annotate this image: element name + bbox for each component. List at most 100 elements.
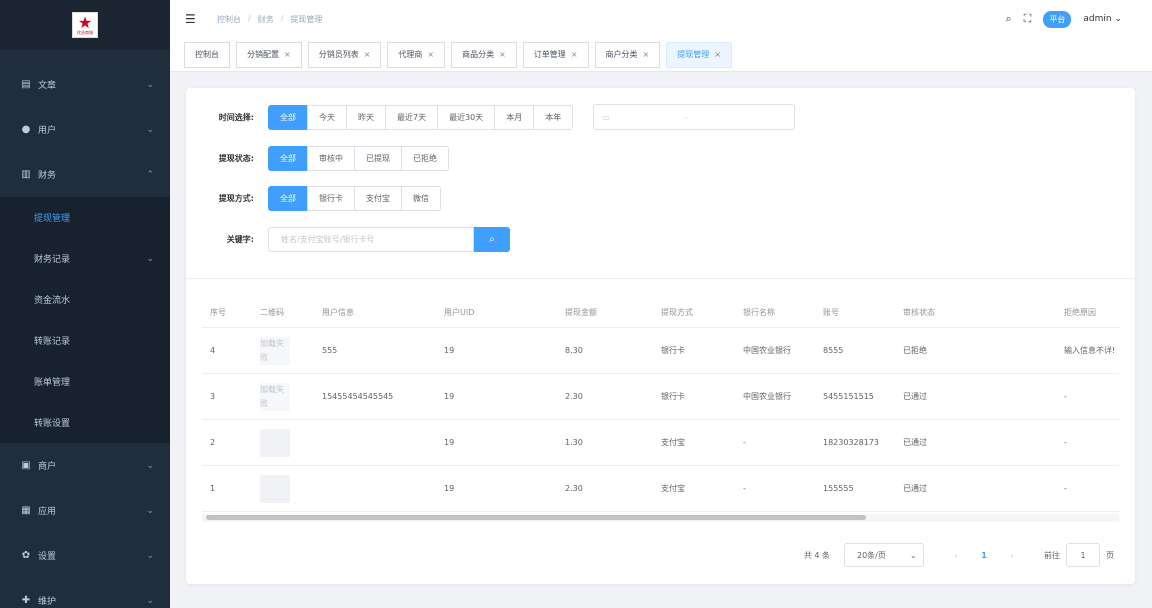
sidebar: ★ 优选商城 ▤ 文章 ⌄ ● 用户 ⌄ ▥ 财务 ⌃ 提现管理 财务记录 ⌄: [0, 0, 170, 608]
next-page-button[interactable]: ›: [998, 551, 1026, 560]
table-horizontal-scrollbar[interactable]: [202, 514, 1119, 522]
fullscreen-icon[interactable]: ⛶: [1024, 12, 1032, 26]
column-header: 用户信息: [322, 308, 354, 317]
breadcrumb-item[interactable]: 控制台: [217, 14, 241, 25]
header-actions: ⌕ ⛶ 平台 admin ⌄: [1006, 10, 1122, 28]
time-option-7days[interactable]: 最近7天: [385, 104, 439, 130]
tab-label: 订单管理: [533, 50, 566, 59]
status-option-rejected[interactable]: 已拒绝: [401, 146, 449, 171]
close-icon[interactable]: ×: [643, 50, 650, 59]
pagination: 共 4 条 20条/页 ⌄ ‹ 1 › 前往 1 页: [804, 543, 1114, 567]
table-header: 序号 二维码 用户信息 用户UID 提现金额 提现方式 银行名称 账号 审核状态…: [202, 298, 1119, 328]
sidebar-item-label: 文章: [38, 81, 57, 91]
qr-image[interactable]: [260, 428, 290, 457]
cell-amount: 2.30: [565, 392, 583, 401]
search-icon[interactable]: ⌕: [1006, 12, 1012, 26]
table-row: 3 加载失败 15455454545545 19 2.30 银行卡 中国农业银行…: [202, 374, 1119, 420]
cell-bank: 中国农业银行: [743, 346, 791, 355]
time-option-yesterday[interactable]: 昨天: [346, 104, 386, 130]
sidebar-item-withdraw[interactable]: 提现管理: [0, 197, 170, 238]
tab-product-category[interactable]: 商品分类 ×: [451, 41, 517, 68]
time-option-30days[interactable]: 最近30天: [437, 104, 496, 130]
tab-label: 分销配置: [247, 50, 279, 59]
status-option-all[interactable]: 全部: [268, 146, 308, 171]
method-filter-row: 提现方式: 全部 银行卡 支付宝 微信: [186, 186, 441, 211]
close-icon[interactable]: ×: [364, 50, 371, 59]
goto-page-input[interactable]: 1: [1066, 543, 1100, 567]
sidebar-item-merchant[interactable]: ▣ 商户 ⌄: [0, 443, 170, 488]
cell-uid: 19: [444, 346, 455, 355]
date-range-picker[interactable]: ▭ -: [593, 104, 796, 130]
tab-agent[interactable]: 代理商 ×: [387, 41, 446, 68]
cell-account: 8555: [823, 346, 844, 355]
chevron-up-icon: ⌃: [146, 169, 154, 180]
close-icon[interactable]: ×: [714, 50, 721, 59]
close-icon[interactable]: ×: [427, 50, 434, 59]
platform-badge[interactable]: 平台: [1043, 10, 1072, 28]
time-option-year[interactable]: 本年: [533, 104, 574, 130]
method-option-alipay[interactable]: 支付宝: [354, 186, 402, 211]
close-icon[interactable]: ×: [499, 50, 506, 59]
sidebar-item-fund-flow[interactable]: 资金流水: [0, 279, 170, 320]
time-option-month[interactable]: 本月: [494, 104, 535, 130]
close-icon[interactable]: ×: [571, 50, 578, 59]
breadcrumb-item[interactable]: 财务: [258, 14, 274, 25]
close-icon[interactable]: ×: [284, 50, 291, 59]
method-option-all[interactable]: 全部: [268, 186, 308, 211]
sidebar-item-label: 财务: [38, 171, 57, 181]
cell-reason: -: [1064, 438, 1067, 447]
column-header: 拒绝原因: [1064, 308, 1096, 317]
tab-distributor-list[interactable]: 分销员列表 ×: [307, 41, 382, 68]
scrollbar-thumb[interactable]: [206, 515, 866, 520]
sidebar-item-label: 转账设置: [34, 419, 71, 429]
qr-image[interactable]: [260, 474, 290, 503]
method-option-wechat[interactable]: 微信: [401, 186, 441, 211]
status-option-withdrawn[interactable]: 已提现: [354, 146, 402, 171]
chevron-down-icon: ⌄: [146, 595, 154, 606]
method-filter-label: 提现方式:: [218, 194, 254, 203]
cell-reason: -: [1064, 392, 1067, 401]
cell-bank: -: [743, 438, 746, 447]
time-filter-group: 全部 今天 昨天 最近7天 最近30天 本月 本年: [268, 104, 574, 130]
sidebar-item-article[interactable]: ▤ 文章 ⌄: [0, 62, 170, 107]
chevron-down-icon: ⌄: [146, 79, 154, 90]
sidebar-item-finance[interactable]: ▥ 财务 ⌃: [0, 152, 170, 197]
tab-withdraw-management[interactable]: 提现管理 ×: [666, 41, 732, 68]
tab-dashboard[interactable]: 控制台: [184, 41, 230, 68]
cell-uid: 19: [444, 392, 455, 401]
tab-order-management[interactable]: 订单管理 ×: [522, 41, 589, 68]
column-header: 序号: [210, 308, 226, 317]
chevron-down-icon: ⌄: [146, 550, 154, 561]
user-menu[interactable]: admin ⌄: [1083, 14, 1122, 24]
cell-method: 银行卡: [661, 346, 685, 355]
breadcrumb-separator: /: [248, 13, 251, 23]
sidebar-item-bill-management[interactable]: 账单管理: [0, 361, 170, 402]
page-number[interactable]: 1: [970, 551, 998, 560]
sidebar-item-user[interactable]: ● 用户 ⌄: [0, 107, 170, 152]
time-option-today[interactable]: 今天: [307, 104, 347, 130]
qr-image[interactable]: 加载失败: [260, 336, 290, 365]
search-button[interactable]: ⌕: [474, 227, 510, 252]
status-option-reviewing[interactable]: 审核中: [307, 146, 355, 171]
sidebar-item-maintenance[interactable]: ✚ 维护 ⌄: [0, 578, 170, 608]
tab-distribution-config[interactable]: 分销配置 ×: [236, 41, 302, 68]
calendar-icon: ▭: [602, 112, 610, 122]
page-size-select[interactable]: 20条/页 ⌄: [844, 543, 924, 567]
method-option-bank-card[interactable]: 银行卡: [307, 186, 355, 211]
menu-toggle-icon[interactable]: ☰: [185, 12, 199, 26]
sidebar-item-label: 设置: [38, 552, 57, 562]
chevron-down-icon: ⌄: [146, 253, 154, 264]
sidebar-item-transfer-records[interactable]: 转账记录: [0, 320, 170, 361]
sidebar-item-finance-records[interactable]: 财务记录 ⌄: [0, 238, 170, 279]
keyword-search-input[interactable]: 姓名/支付宝账号/银行卡号: [268, 227, 474, 252]
sidebar-item-transfer-settings[interactable]: 转账设置: [0, 402, 170, 443]
column-header: 账号: [823, 308, 839, 317]
cell-id: 3: [210, 392, 216, 401]
prev-page-button[interactable]: ‹: [942, 551, 970, 560]
tab-merchant-category[interactable]: 商户分类 ×: [594, 41, 661, 68]
sidebar-item-settings[interactable]: ✿ 设置 ⌄: [0, 533, 170, 578]
star-logo-icon[interactable]: ★ 优选商城: [72, 12, 98, 38]
qr-image[interactable]: 加载失败: [260, 382, 290, 411]
time-option-all[interactable]: 全部: [268, 104, 308, 130]
sidebar-item-app[interactable]: ▦ 应用 ⌄: [0, 488, 170, 533]
